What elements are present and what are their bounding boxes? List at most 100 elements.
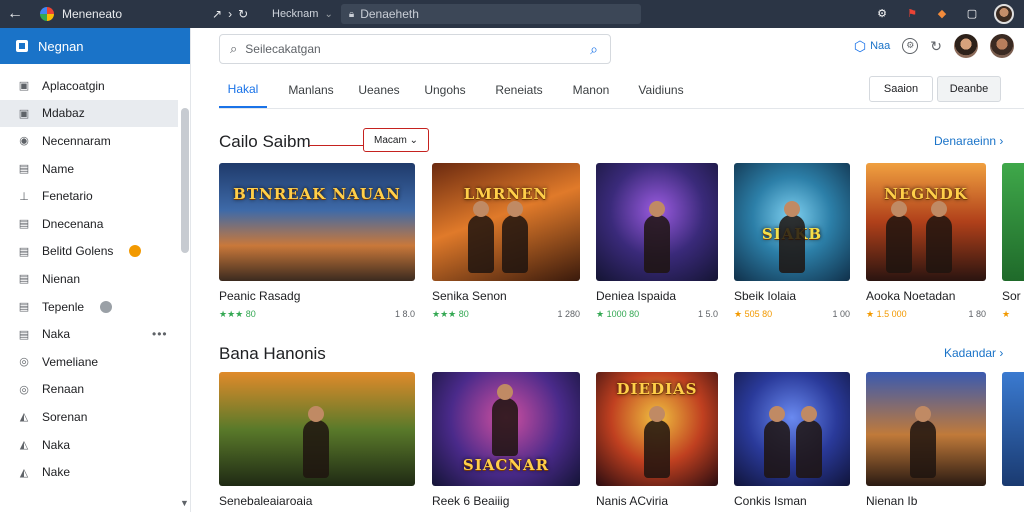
sidebar-item-active[interactable]: ▣ Mdabaz — [0, 99, 178, 128]
game-art-title: BTNREAK NAUAN — [233, 185, 401, 203]
game-title: Senika Senon — [432, 289, 507, 303]
hexagon-icon[interactable]: ⬡ — [854, 38, 866, 55]
game-art-title: NEGNDK — [884, 185, 968, 203]
back-arrow-icon[interactable]: ← — [0, 5, 30, 23]
sidebar-item[interactable]: ▤ Naka ••• — [0, 320, 190, 348]
folder-icon: ▣ — [18, 80, 30, 93]
character-figure — [644, 406, 670, 478]
rating-count: 1 8.0 — [394, 309, 415, 319]
next-icon[interactable]: › — [228, 7, 232, 21]
game-card-partial[interactable]: Sor ★ — [1002, 163, 1024, 320]
game-card[interactable]: Senebaleaiaroaia — [219, 372, 415, 508]
more-options-icon[interactable]: ••• — [152, 327, 168, 341]
game-card[interactable]: NEGNDK Aooka Noetadan ★ 1.5 000 1 80 — [866, 163, 986, 320]
game-title: Deniea Ispaida — [596, 289, 677, 303]
sidebar-item-label: Name — [42, 161, 75, 176]
character-figure — [468, 201, 494, 273]
game-card[interactable]: Nienan Ib — [866, 372, 986, 508]
sidebar-scrollbar[interactable] — [181, 108, 189, 253]
refresh-icon[interactable]: ↻ — [930, 38, 942, 55]
shield-icon[interactable]: ◆ — [934, 6, 950, 22]
game-thumbnail — [596, 163, 718, 281]
secondary-button[interactable]: Deanbe — [937, 76, 1001, 102]
character-figure — [886, 201, 912, 273]
gear-icon[interactable]: ⚙ — [874, 6, 890, 22]
game-thumbnail: BTNREAK NAUAN — [219, 163, 415, 281]
sidebar-item[interactable]: ▤ Tepenle — [0, 293, 190, 321]
user-avatar[interactable] — [954, 34, 978, 58]
tab-ueanes[interactable]: Ueanes — [355, 72, 403, 108]
sidebar-item[interactable]: ◉ Necennaram — [0, 127, 190, 155]
search-submit-icon[interactable]: ⌕ — [590, 41, 598, 58]
sidebar-item[interactable]: ◭ Sorenan — [0, 403, 190, 431]
search-icon: ⌕ — [230, 41, 238, 56]
sidebar-item[interactable]: ▤ Belitd Golens — [0, 238, 190, 266]
url-prefix[interactable]: Hecknam — [272, 8, 318, 20]
reload-icon[interactable]: ↻ — [238, 7, 248, 21]
section-title: Cailo Saibm — [219, 132, 311, 151]
sidebar-item[interactable]: ⊥ Fenetario — [0, 182, 190, 210]
rating: ★ 1000 80 — [596, 309, 640, 319]
game-thumbnail: SIAKB — [734, 163, 850, 281]
sidebar-item[interactable]: ▤ Nienan — [0, 265, 190, 293]
game-card[interactable]: Deniea Ispaida ★ 1000 80 1 5.0 — [596, 163, 718, 320]
tab-vaidiuns[interactable]: Vaidiuns — [631, 72, 691, 108]
address-bar[interactable]: 🔒︎ Denaeheth — [340, 4, 641, 24]
list-icon: ▤ — [18, 163, 30, 176]
game-card[interactable]: BTNREAK NAUAN Peanic Rasadg ★★★ 80 1 8.0 — [219, 163, 415, 320]
character-figure — [779, 201, 805, 273]
tab-reneiats[interactable]: Reneiats — [487, 72, 551, 108]
tab-manlans[interactable]: Manlans — [267, 72, 355, 108]
forward-icon[interactable]: ↗ — [212, 7, 222, 21]
flag-icon[interactable]: ⚑ — [904, 6, 920, 22]
game-card-partial[interactable] — [1002, 372, 1024, 494]
filter-dropdown[interactable]: Macam ⌄ — [363, 128, 429, 152]
notification-badge — [129, 245, 142, 258]
sidebar-item-label: Tepenle — [42, 299, 85, 314]
tab-ungohs[interactable]: Ungohs — [403, 72, 487, 108]
window-icon[interactable]: ▢ — [964, 6, 980, 22]
scroll-down-icon[interactable]: ▼ — [180, 498, 189, 508]
sidebar-item[interactable]: ▤ Dnecenana — [0, 210, 190, 238]
gear-icon[interactable]: ⚙ — [902, 38, 919, 54]
browser-tab-title[interactable]: Meneneato — [62, 7, 202, 21]
game-thumbnail — [1002, 163, 1024, 281]
game-card[interactable]: SIAKB Sbeik Iolaia ★ 505 80 1 00 — [734, 163, 850, 320]
list-icon: ▤ — [18, 218, 30, 231]
game-card[interactable]: LMRNEN Senika Senon ★★★ 80 1 280 — [432, 163, 580, 320]
sidebar-item-label: Dnecenana — [42, 216, 104, 231]
header-label[interactable]: Naa — [870, 40, 890, 52]
see-all-link[interactable]: Denaraeinn › — [934, 134, 1003, 148]
sidebar-item[interactable]: ◎ Renaan — [0, 376, 190, 404]
character-figure — [303, 406, 329, 478]
browser-toolbar: ← Meneneato ↗ › ↻ Hecknam ⌄ 🔒︎ Denaeheth… — [0, 0, 1024, 28]
game-card[interactable]: SIACNAR Reek 6 Beaiiig — [432, 372, 580, 508]
sidebar-item[interactable]: ◎ Vemeliane — [0, 348, 190, 376]
sidebar-item[interactable]: ◭ Nake — [0, 458, 190, 486]
sidebar-item[interactable]: ▣ Aplacoatgin — [0, 72, 190, 100]
profile-avatar[interactable] — [994, 4, 1014, 24]
sidebar-item[interactable]: ▤ Name — [0, 155, 190, 183]
rating-count: 1 00 — [832, 309, 850, 319]
rating-count: 1 80 — [968, 309, 986, 319]
tabs-divider — [219, 108, 1024, 109]
tab-hakal[interactable]: Hakal — [219, 72, 267, 108]
sidebar-header[interactable]: Negnan — [0, 28, 190, 64]
character-figure — [796, 406, 822, 478]
game-card[interactable]: Conkis Isman — [734, 372, 850, 508]
chevron-down-icon[interactable]: ⌄ — [324, 9, 332, 20]
info-badge — [100, 300, 113, 313]
rating-count: 1 5.0 — [697, 309, 718, 319]
rating: ★ — [1002, 309, 1011, 319]
game-title: Reek 6 Beaiiig — [432, 494, 510, 508]
user-avatar-2[interactable] — [990, 34, 1014, 58]
search-input[interactable]: ⌕ Seilecakatgan ⌕ — [219, 34, 611, 64]
character-figure — [926, 201, 952, 273]
primary-button[interactable]: Saaion — [869, 76, 933, 102]
game-card[interactable]: DIEDIAS Nanis ACviria — [596, 372, 718, 508]
tab-manon[interactable]: Manon — [551, 72, 631, 108]
game-title: Senebaleaiaroaia — [219, 494, 313, 508]
see-all-link-2[interactable]: Kadandar › — [944, 346, 1003, 360]
sidebar-item[interactable]: ◭ Naka — [0, 431, 190, 459]
filter-connector — [309, 145, 363, 146]
